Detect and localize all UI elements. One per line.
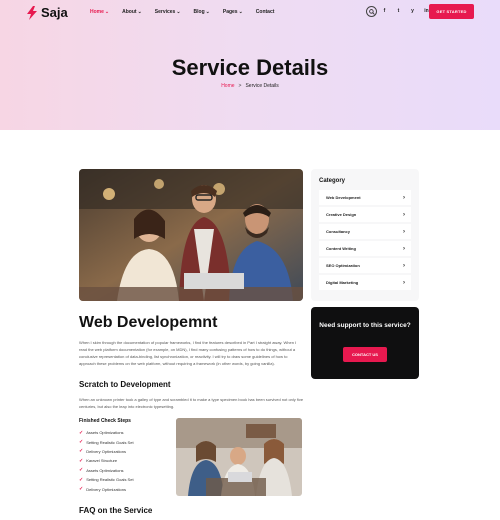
nav-item-pages[interactable]: Pages ⌄ xyxy=(223,9,243,15)
faq-heading: FAQ on the Service xyxy=(79,506,153,515)
search-icon xyxy=(368,8,375,15)
nav-label: Blog xyxy=(193,9,205,15)
step-label: Assets Optimizations xyxy=(86,467,124,473)
twitter-icon[interactable]: t xyxy=(395,8,402,15)
nav-label: Contact xyxy=(255,9,275,15)
facebook-icon[interactable]: f xyxy=(381,8,388,15)
category-label: SEO Optimization xyxy=(326,263,360,268)
youtube-icon[interactable]: y xyxy=(409,8,416,15)
service-hero-image xyxy=(79,169,303,301)
nav-label: About xyxy=(122,9,137,15)
check-icon: ✓ xyxy=(79,429,84,436)
nav-label: Services xyxy=(154,9,176,15)
chevron-down-icon: ⌄ xyxy=(205,9,210,15)
category-item-creative-design[interactable]: Creative Design › xyxy=(319,207,411,222)
contact-us-button[interactable]: CONTACT US xyxy=(343,347,387,362)
service-intro-text: When I skim through the documentation of… xyxy=(79,340,297,366)
check-icon: ✓ xyxy=(79,486,84,493)
category-label: Digital Marketing xyxy=(326,280,359,285)
chevron-down-icon: ⌄ xyxy=(104,9,110,15)
list-item: ✓ Setting Realistic Goals Set xyxy=(79,437,169,446)
chevron-right-icon: › xyxy=(403,194,405,201)
search-button[interactable] xyxy=(366,6,377,17)
nav-item-blog[interactable]: Blog ⌄ xyxy=(194,9,210,15)
page-header: Saja Home ⌄ About ⌄ Services ⌄ Blog ⌄ Pages ⌄… xyxy=(0,0,500,130)
step-label: Delivery Optimizations xyxy=(86,486,126,492)
category-item-digital-marketing[interactable]: Digital Marketing › xyxy=(319,275,411,290)
step-label: Setting Realistic Goals Set xyxy=(86,439,134,445)
category-label: Creative Design xyxy=(326,212,357,217)
chevron-down-icon: ⌄ xyxy=(176,9,181,15)
support-text: Need support to this service? xyxy=(319,322,411,329)
nav-item-about[interactable]: About ⌄ xyxy=(122,9,142,15)
logo-text: Saja xyxy=(41,5,68,20)
category-item-content-writing[interactable]: Content Writing › xyxy=(319,241,411,256)
breadcrumb-home-link[interactable]: Home xyxy=(221,83,234,89)
category-item-seo-optimization[interactable]: SEO Optimization › xyxy=(319,258,411,273)
scratch-heading: Scratch to Development xyxy=(79,380,171,389)
social-links: f t y in xyxy=(381,8,430,15)
logo-icon xyxy=(26,5,38,20)
list-item: ✓ Setting Realistic Goals Set xyxy=(79,475,169,484)
check-icon: ✓ xyxy=(79,457,84,464)
scratch-text: When an unknown printer took a galley of… xyxy=(79,397,304,409)
support-widget: Need support to this service? CONTACT US xyxy=(311,307,419,379)
nav-label: Pages xyxy=(222,9,238,15)
category-item-web-development[interactable]: Web Development › xyxy=(319,190,411,205)
chevron-down-icon: ⌄ xyxy=(238,9,243,15)
chevron-right-icon: › xyxy=(403,211,405,218)
category-list: Web Development › Creative Design › Consul… xyxy=(319,190,411,292)
check-icon: ✓ xyxy=(79,467,84,474)
chevron-right-icon: › xyxy=(403,262,405,269)
step-label: Karavel Structure xyxy=(86,458,118,464)
check-icon: ✓ xyxy=(79,476,84,483)
list-item: ✓ Karavel Structure xyxy=(79,456,169,465)
breadcrumb-separator: > xyxy=(238,83,242,89)
page-title: Service Details xyxy=(171,55,329,80)
list-item: ✓ Assets Optimizations xyxy=(79,428,169,437)
nav-item-home[interactable]: Home ⌄ xyxy=(90,9,109,15)
list-item: ✓ Assets Optimizations xyxy=(79,466,169,475)
step-label: Assets Optimizations xyxy=(86,430,124,436)
service-title: Web Developemnt xyxy=(79,314,218,331)
nav-item-contact[interactable]: Contact xyxy=(256,9,275,15)
chevron-down-icon: ⌄ xyxy=(137,9,142,15)
category-title: Category xyxy=(319,178,346,184)
category-label: Consultancy xyxy=(326,229,351,234)
step-label: Delivery Optimizations xyxy=(86,448,126,454)
nav-item-services[interactable]: Services ⌄ xyxy=(155,9,181,15)
breadcrumb: Home > Service Details xyxy=(0,83,500,89)
step-label: Setting Realistic Goals Set xyxy=(86,477,134,483)
chevron-right-icon: › xyxy=(403,228,405,235)
steps-heading: Finished Check Steps xyxy=(79,418,131,424)
check-icon: ✓ xyxy=(79,448,84,455)
check-steps-list: ✓ Assets Optimizations ✓ Setting Realistic… xyxy=(79,428,169,494)
nav-label: Home xyxy=(90,9,104,15)
logo[interactable]: Saja xyxy=(26,5,68,20)
get-started-button[interactable]: GET STARTED xyxy=(429,4,474,19)
check-icon: ✓ xyxy=(79,439,84,446)
list-item: ✓ Delivery Optimizations xyxy=(79,484,169,493)
main-nav: Home ⌄ About ⌄ Services ⌄ Blog ⌄ Pages ⌄ Cont… xyxy=(90,9,274,15)
category-label: Web Development xyxy=(326,195,361,200)
breadcrumb-current: Service Details xyxy=(245,83,279,89)
list-item: ✓ Delivery Optimizations xyxy=(79,447,169,456)
category-item-consultancy[interactable]: Consultancy › xyxy=(319,224,411,239)
team-image xyxy=(176,418,302,496)
chevron-right-icon: › xyxy=(403,279,405,286)
category-widget: Category Web Development › Creative Desig… xyxy=(311,169,419,301)
category-label: Content Writing xyxy=(326,246,356,251)
chevron-right-icon: › xyxy=(403,245,405,252)
